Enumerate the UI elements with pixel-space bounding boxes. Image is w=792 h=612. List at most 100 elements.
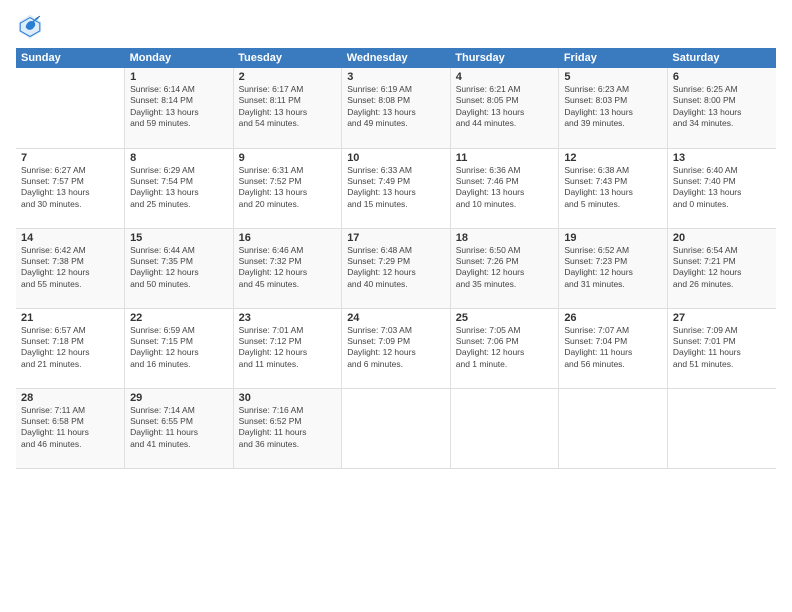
day-number: 8 xyxy=(130,152,228,164)
day-info: Sunrise: 6:40 AM Sunset: 7:40 PM Dayligh… xyxy=(673,165,771,211)
day-number: 12 xyxy=(564,152,662,164)
day-cell: 13Sunrise: 6:40 AM Sunset: 7:40 PM Dayli… xyxy=(667,148,776,228)
day-cell: 15Sunrise: 6:44 AM Sunset: 7:35 PM Dayli… xyxy=(125,228,234,308)
page: SundayMondayTuesdayWednesdayThursdayFrid… xyxy=(0,0,792,612)
day-cell: 4Sunrise: 6:21 AM Sunset: 8:05 PM Daylig… xyxy=(450,68,559,148)
day-info: Sunrise: 6:36 AM Sunset: 7:46 PM Dayligh… xyxy=(456,165,554,211)
day-info: Sunrise: 6:27 AM Sunset: 7:57 PM Dayligh… xyxy=(21,165,119,211)
day-cell: 17Sunrise: 6:48 AM Sunset: 7:29 PM Dayli… xyxy=(342,228,451,308)
day-cell: 18Sunrise: 6:50 AM Sunset: 7:26 PM Dayli… xyxy=(450,228,559,308)
day-info: Sunrise: 7:07 AM Sunset: 7:04 PM Dayligh… xyxy=(564,325,662,371)
day-info: Sunrise: 6:42 AM Sunset: 7:38 PM Dayligh… xyxy=(21,245,119,291)
day-number: 3 xyxy=(347,71,445,83)
day-info: Sunrise: 6:38 AM Sunset: 7:43 PM Dayligh… xyxy=(564,165,662,211)
day-info: Sunrise: 6:14 AM Sunset: 8:14 PM Dayligh… xyxy=(130,84,228,130)
day-number: 14 xyxy=(21,232,119,244)
day-info: Sunrise: 7:09 AM Sunset: 7:01 PM Dayligh… xyxy=(673,325,771,371)
day-number: 4 xyxy=(456,71,554,83)
day-number: 18 xyxy=(456,232,554,244)
day-number: 17 xyxy=(347,232,445,244)
day-number: 5 xyxy=(564,71,662,83)
day-number: 28 xyxy=(21,392,119,404)
day-cell: 25Sunrise: 7:05 AM Sunset: 7:06 PM Dayli… xyxy=(450,308,559,388)
week-row-3: 21Sunrise: 6:57 AM Sunset: 7:18 PM Dayli… xyxy=(16,308,776,388)
day-number: 2 xyxy=(239,71,337,83)
day-number: 19 xyxy=(564,232,662,244)
day-cell: 19Sunrise: 6:52 AM Sunset: 7:23 PM Dayli… xyxy=(559,228,668,308)
day-cell: 29Sunrise: 7:14 AM Sunset: 6:55 PM Dayli… xyxy=(125,388,234,468)
day-cell: 8Sunrise: 6:29 AM Sunset: 7:54 PM Daylig… xyxy=(125,148,234,228)
day-info: Sunrise: 6:19 AM Sunset: 8:08 PM Dayligh… xyxy=(347,84,445,130)
day-number: 26 xyxy=(564,312,662,324)
day-cell: 27Sunrise: 7:09 AM Sunset: 7:01 PM Dayli… xyxy=(667,308,776,388)
day-cell: 16Sunrise: 6:46 AM Sunset: 7:32 PM Dayli… xyxy=(233,228,342,308)
day-number: 16 xyxy=(239,232,337,244)
day-info: Sunrise: 6:17 AM Sunset: 8:11 PM Dayligh… xyxy=(239,84,337,130)
day-cell: 9Sunrise: 6:31 AM Sunset: 7:52 PM Daylig… xyxy=(233,148,342,228)
day-number: 11 xyxy=(456,152,554,164)
day-number: 15 xyxy=(130,232,228,244)
day-cell: 21Sunrise: 6:57 AM Sunset: 7:18 PM Dayli… xyxy=(16,308,125,388)
day-cell: 1Sunrise: 6:14 AM Sunset: 8:14 PM Daylig… xyxy=(125,68,234,148)
day-cell: 26Sunrise: 7:07 AM Sunset: 7:04 PM Dayli… xyxy=(559,308,668,388)
day-cell: 12Sunrise: 6:38 AM Sunset: 7:43 PM Dayli… xyxy=(559,148,668,228)
week-row-2: 14Sunrise: 6:42 AM Sunset: 7:38 PM Dayli… xyxy=(16,228,776,308)
calendar-table: SundayMondayTuesdayWednesdayThursdayFrid… xyxy=(16,48,776,469)
day-number: 6 xyxy=(673,71,771,83)
header-saturday: Saturday xyxy=(667,48,776,68)
day-info: Sunrise: 6:48 AM Sunset: 7:29 PM Dayligh… xyxy=(347,245,445,291)
day-number: 22 xyxy=(130,312,228,324)
day-info: Sunrise: 6:54 AM Sunset: 7:21 PM Dayligh… xyxy=(673,245,771,291)
day-number: 7 xyxy=(21,152,119,164)
day-cell: 22Sunrise: 6:59 AM Sunset: 7:15 PM Dayli… xyxy=(125,308,234,388)
day-number: 30 xyxy=(239,392,337,404)
week-row-1: 7Sunrise: 6:27 AM Sunset: 7:57 PM Daylig… xyxy=(16,148,776,228)
day-info: Sunrise: 6:29 AM Sunset: 7:54 PM Dayligh… xyxy=(130,165,228,211)
day-number: 27 xyxy=(673,312,771,324)
day-number: 1 xyxy=(130,71,228,83)
day-cell: 2Sunrise: 6:17 AM Sunset: 8:11 PM Daylig… xyxy=(233,68,342,148)
day-number: 13 xyxy=(673,152,771,164)
day-info: Sunrise: 7:03 AM Sunset: 7:09 PM Dayligh… xyxy=(347,325,445,371)
day-cell: 10Sunrise: 6:33 AM Sunset: 7:49 PM Dayli… xyxy=(342,148,451,228)
day-cell xyxy=(450,388,559,468)
week-row-4: 28Sunrise: 7:11 AM Sunset: 6:58 PM Dayli… xyxy=(16,388,776,468)
day-number: 20 xyxy=(673,232,771,244)
day-cell xyxy=(16,68,125,148)
header-tuesday: Tuesday xyxy=(233,48,342,68)
day-cell: 11Sunrise: 6:36 AM Sunset: 7:46 PM Dayli… xyxy=(450,148,559,228)
day-cell xyxy=(667,388,776,468)
header-wednesday: Wednesday xyxy=(342,48,451,68)
day-cell: 6Sunrise: 6:25 AM Sunset: 8:00 PM Daylig… xyxy=(667,68,776,148)
day-number: 9 xyxy=(239,152,337,164)
day-number: 23 xyxy=(239,312,337,324)
day-number: 25 xyxy=(456,312,554,324)
day-cell: 7Sunrise: 6:27 AM Sunset: 7:57 PM Daylig… xyxy=(16,148,125,228)
day-cell: 5Sunrise: 6:23 AM Sunset: 8:03 PM Daylig… xyxy=(559,68,668,148)
day-info: Sunrise: 6:33 AM Sunset: 7:49 PM Dayligh… xyxy=(347,165,445,211)
day-number: 24 xyxy=(347,312,445,324)
day-info: Sunrise: 6:25 AM Sunset: 8:00 PM Dayligh… xyxy=(673,84,771,130)
header-monday: Monday xyxy=(125,48,234,68)
day-info: Sunrise: 7:05 AM Sunset: 7:06 PM Dayligh… xyxy=(456,325,554,371)
day-info: Sunrise: 7:14 AM Sunset: 6:55 PM Dayligh… xyxy=(130,405,228,451)
day-cell: 3Sunrise: 6:19 AM Sunset: 8:08 PM Daylig… xyxy=(342,68,451,148)
day-info: Sunrise: 7:11 AM Sunset: 6:58 PM Dayligh… xyxy=(21,405,119,451)
day-info: Sunrise: 7:01 AM Sunset: 7:12 PM Dayligh… xyxy=(239,325,337,371)
day-number: 29 xyxy=(130,392,228,404)
day-cell: 24Sunrise: 7:03 AM Sunset: 7:09 PM Dayli… xyxy=(342,308,451,388)
header-friday: Friday xyxy=(559,48,668,68)
day-number: 10 xyxy=(347,152,445,164)
days-header-row: SundayMondayTuesdayWednesdayThursdayFrid… xyxy=(16,48,776,68)
day-info: Sunrise: 6:21 AM Sunset: 8:05 PM Dayligh… xyxy=(456,84,554,130)
day-cell: 23Sunrise: 7:01 AM Sunset: 7:12 PM Dayli… xyxy=(233,308,342,388)
calendar-body: 1Sunrise: 6:14 AM Sunset: 8:14 PM Daylig… xyxy=(16,68,776,468)
header-thursday: Thursday xyxy=(450,48,559,68)
week-row-0: 1Sunrise: 6:14 AM Sunset: 8:14 PM Daylig… xyxy=(16,68,776,148)
day-info: Sunrise: 6:59 AM Sunset: 7:15 PM Dayligh… xyxy=(130,325,228,371)
day-info: Sunrise: 6:50 AM Sunset: 7:26 PM Dayligh… xyxy=(456,245,554,291)
day-info: Sunrise: 6:31 AM Sunset: 7:52 PM Dayligh… xyxy=(239,165,337,211)
day-info: Sunrise: 6:52 AM Sunset: 7:23 PM Dayligh… xyxy=(564,245,662,291)
day-number: 21 xyxy=(21,312,119,324)
day-info: Sunrise: 6:23 AM Sunset: 8:03 PM Dayligh… xyxy=(564,84,662,130)
